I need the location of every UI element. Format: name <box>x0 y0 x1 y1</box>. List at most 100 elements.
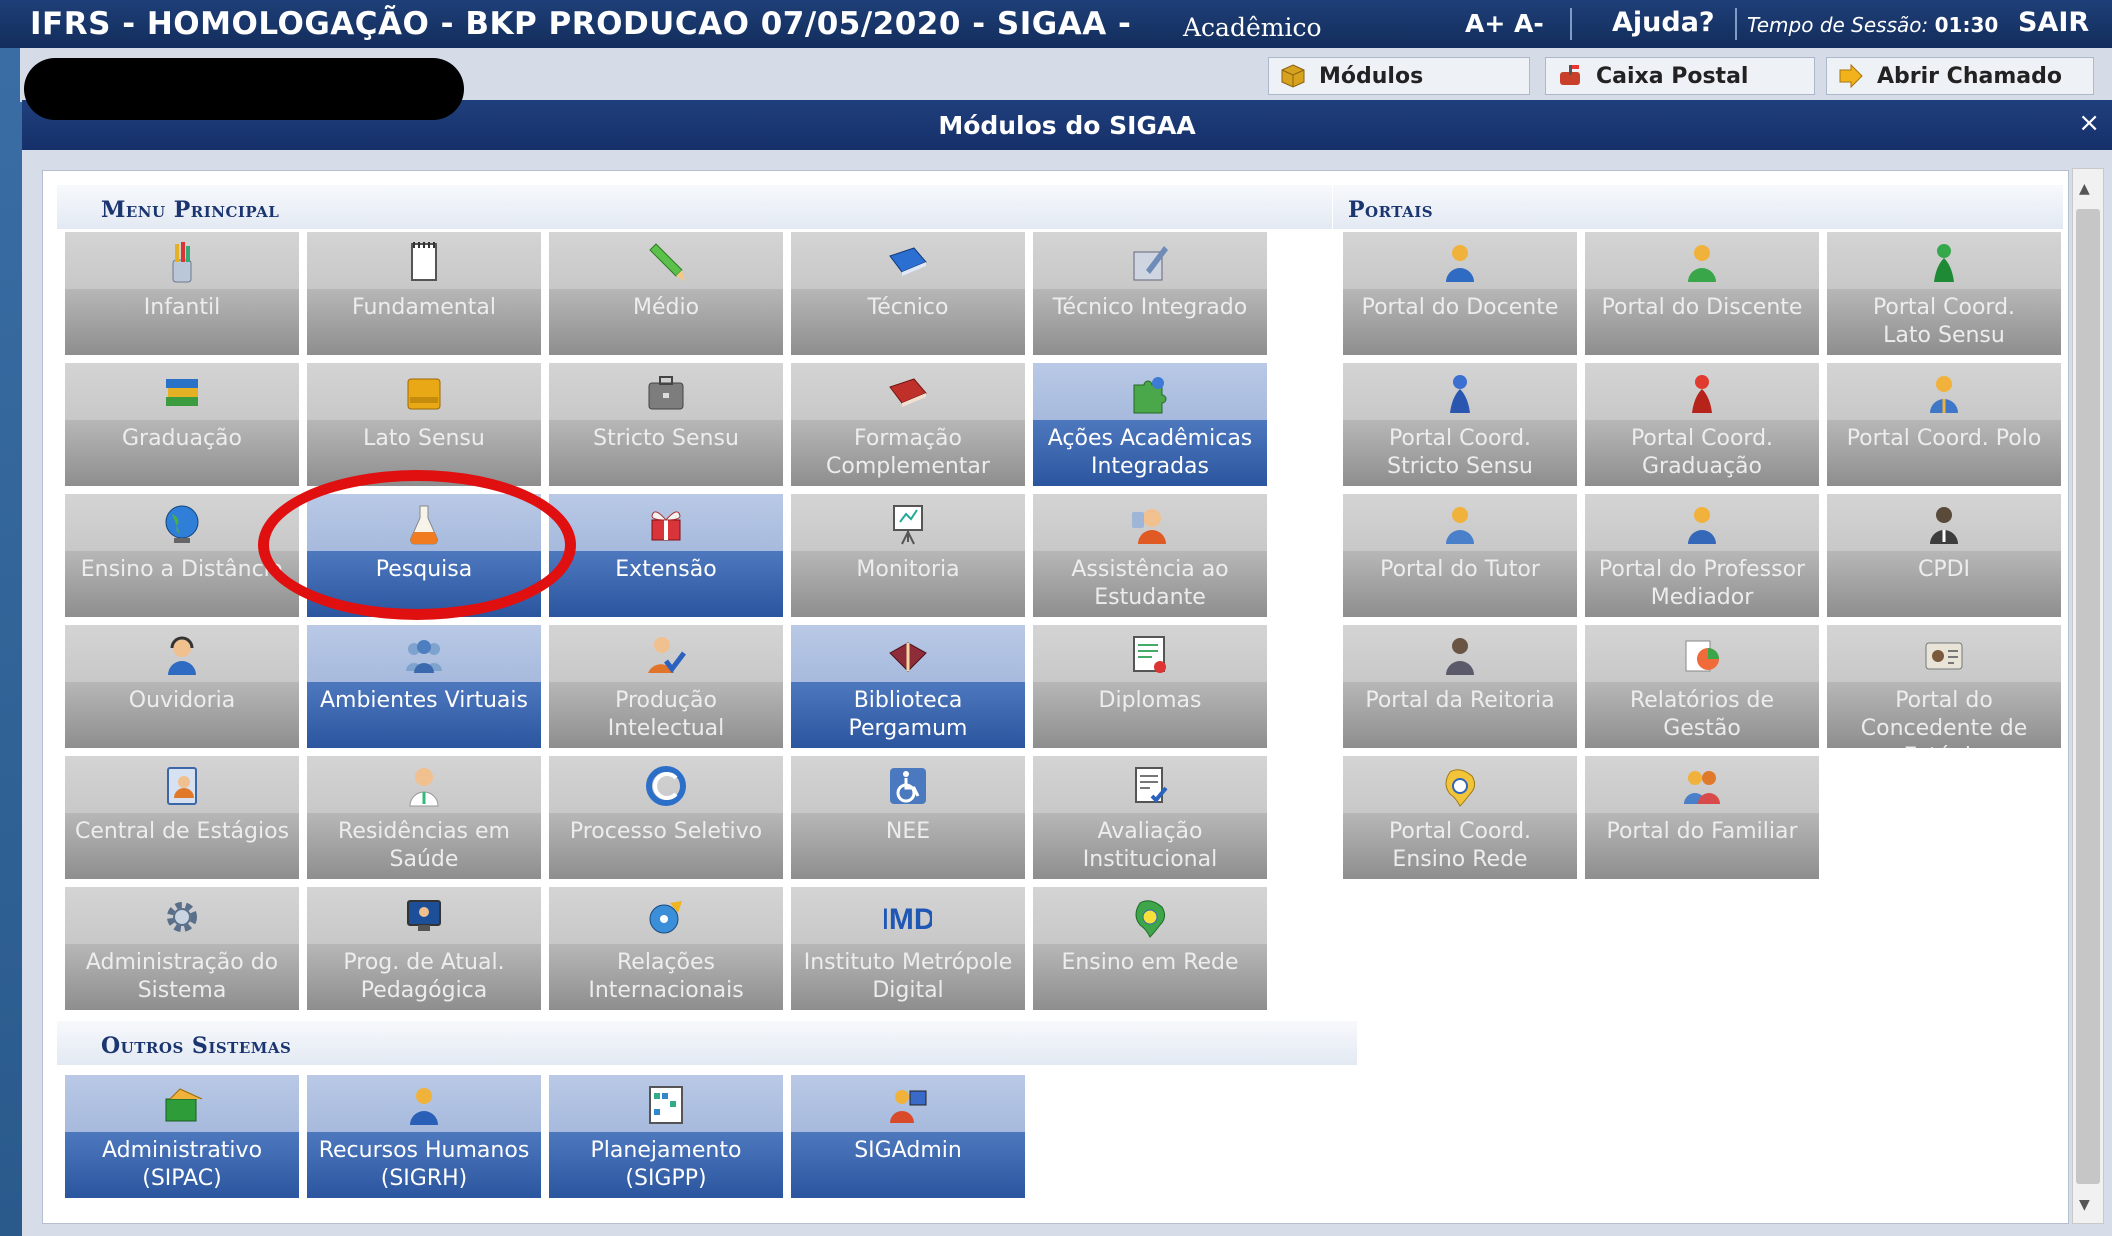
evaluation-form-icon <box>1135 767 1168 803</box>
session-timer: Tempo de Sessão: 01:30 <box>1747 13 1998 37</box>
module-tile-22[interactable]: Processo Seletivo <box>549 756 783 879</box>
modules-button[interactable]: Módulos <box>1268 57 1530 95</box>
scroll-up-icon[interactable]: ▲ <box>2079 181 2090 197</box>
system-subtitle: Acadêmico <box>1183 13 1322 42</box>
module-tile-5[interactable]: Graduação <box>65 363 299 486</box>
module-tile-1[interactable]: Fundamental <box>307 232 541 355</box>
module-tile-2[interactable]: Médio <box>549 232 783 355</box>
module-tile-21[interactable]: Residências em Saúde <box>307 756 541 879</box>
portal-tile-5[interactable]: Portal Coord. Polo <box>1827 363 2061 486</box>
coordinator-icon <box>1930 376 1958 413</box>
font-size-controls[interactable]: A+ A- <box>1465 9 1544 38</box>
portal-tile-6[interactable]: Portal do Tutor <box>1343 494 1577 617</box>
teacher-icon <box>1446 245 1474 282</box>
tile-label: Ouvidoria <box>128 688 236 713</box>
tile-label: Formação Complementar <box>826 426 990 479</box>
open-ticket-button[interactable]: Abrir Chamado <box>1826 57 2094 95</box>
tile-label: Portal Coord. Graduação <box>1630 426 1774 479</box>
tile-label: Portal do Tutor <box>1380 557 1540 582</box>
system-tile-3[interactable]: SIGAdmin <box>791 1075 1025 1198</box>
module-tile-15[interactable]: Ouvidoria <box>65 625 299 748</box>
system-tile-1[interactable]: Recursos Humanos (SIGRH) <box>307 1075 541 1198</box>
folder-icon <box>407 378 441 410</box>
module-tile-9[interactable]: Ações Acadêmicas Integradas <box>1033 363 1267 486</box>
monitor-icon <box>407 900 441 931</box>
portal-tile-13[interactable]: Portal do Familiar <box>1585 756 1819 879</box>
open-book-icon <box>889 642 927 672</box>
tile-label: Relatórios de Gestão <box>1629 688 1775 741</box>
portal-tile-4[interactable]: Portal Coord. Graduação <box>1585 363 1819 486</box>
reports-icon <box>1685 640 1719 672</box>
module-tile-18[interactable]: Biblioteca Pergamum <box>791 625 1025 748</box>
portal-tile-9[interactable]: Portal da Reitoria <box>1343 625 1577 748</box>
tutor-icon <box>1446 507 1474 544</box>
module-tile-8[interactable]: Formação Complementar <box>791 363 1025 486</box>
module-tile-3[interactable]: Técnico <box>791 232 1025 355</box>
planning-chart-icon <box>649 1086 683 1124</box>
gear-icon <box>167 902 197 932</box>
module-tile-24[interactable]: Avaliação Institucional <box>1033 756 1267 879</box>
logout-button[interactable]: SAIR <box>2018 7 2089 38</box>
module-tile-12[interactable]: Extensão <box>549 494 783 617</box>
module-tile-29[interactable]: Ensino em Rede <box>1033 887 1267 1010</box>
tile-label: Avaliação Institucional <box>1082 819 1218 872</box>
tile-label: Fundamental <box>352 295 496 320</box>
tile-label: Instituto Metrópole Digital <box>803 950 1013 1003</box>
portal-tile-12[interactable]: Portal Coord. Ensino Rede <box>1343 756 1577 879</box>
portal-tile-2[interactable]: Portal Coord. Lato Sensu <box>1827 232 2061 355</box>
module-tile-19[interactable]: Diplomas <box>1033 625 1267 748</box>
vertical-scrollbar[interactable]: ▲ ▼ <box>2072 168 2104 1224</box>
tile-label: Residências em Saúde <box>338 819 510 872</box>
module-tile-4[interactable]: Técnico Integrado <box>1033 232 1267 355</box>
portal-tile-11[interactable]: Portal doConcedente deEstágio <box>1827 625 2061 748</box>
family-icon <box>1684 771 1720 804</box>
scrollbar-thumb[interactable] <box>2076 209 2100 1184</box>
module-tile-28[interactable]: IMD Instituto MetrópoleDigital <box>791 887 1025 1010</box>
module-tile-7[interactable]: Stricto Sensu <box>549 363 783 486</box>
tile-label: Portal da Reitoria <box>1365 688 1555 713</box>
network-brazil-icon <box>1135 900 1166 938</box>
module-tile-27[interactable]: Relações Internacionais <box>549 887 783 1010</box>
module-tile-13[interactable]: Monitoria <box>791 494 1025 617</box>
tile-label: Portal do Professor Mediador <box>1598 557 1806 610</box>
help-link[interactable]: Ajuda? <box>1612 7 1715 38</box>
tile-label: Graduação <box>121 426 242 451</box>
tile-label: Portal Coord. Ensino Rede <box>1388 819 1532 872</box>
module-tile-25[interactable]: Administração do Sistema <box>65 887 299 1010</box>
scroll-down-icon[interactable]: ▼ <box>2079 1197 2090 1213</box>
hr-person-icon <box>410 1088 438 1125</box>
module-tile-23[interactable]: NEE <box>791 756 1025 879</box>
red-pawn-icon <box>1692 375 1712 413</box>
modules-dialog: Módulos do SIGAA × Menu Principal Portai… <box>22 100 2112 1236</box>
portal-tile-10[interactable]: Relatórios de Gestão <box>1585 625 1819 748</box>
module-tile-17[interactable]: Produção Intelectual <box>549 625 783 748</box>
portal-tile-0[interactable]: Portal do Docente <box>1343 232 1577 355</box>
module-tile-0[interactable]: Infantil <box>65 232 299 355</box>
tile-label: Administrativo (SIPAC) <box>101 1138 263 1191</box>
module-tile-14[interactable]: Assistência ao Estudante <box>1033 494 1267 617</box>
module-tile-6[interactable]: Lato Sensu <box>307 363 541 486</box>
system-tile-0[interactable]: Administrativo (SIPAC) <box>65 1075 299 1198</box>
session-label: Tempo de Sessão: <box>1747 13 1929 37</box>
edit-document-icon <box>1133 246 1168 281</box>
network-icon <box>1445 769 1476 807</box>
mailbox-button[interactable]: Caixa Postal <box>1545 57 1815 95</box>
mailbox-label: Caixa Postal <box>1596 63 1749 89</box>
module-tile-20[interactable]: Central de Estágios <box>65 756 299 879</box>
portal-tile-3[interactable]: Portal Coord. Stricto Sensu <box>1343 363 1577 486</box>
tile-label: Ambientes Virtuais <box>319 688 528 713</box>
portal-tile-8[interactable]: CPDI <box>1827 494 2061 617</box>
portal-tile-1[interactable]: Portal do Discente <box>1585 232 1819 355</box>
tile-label: Portal do Docente <box>1361 295 1559 320</box>
tile-label: Ações Acadêmicas Integradas <box>1047 426 1253 479</box>
module-tile-16[interactable]: Ambientes Virtuais <box>307 625 541 748</box>
system-header-bar: IFRS - HOMOLOGAÇÃO - BKP PRODUCAO 07/05/… <box>0 0 2112 48</box>
portal-tile-7[interactable]: Portal do Professor Mediador <box>1585 494 1819 617</box>
system-tile-2[interactable]: Planejamento (SIGPP) <box>549 1075 783 1198</box>
module-tile-26[interactable]: Prog. de Atual. Pedagógica <box>307 887 541 1010</box>
section-title: Portais <box>1348 197 1434 223</box>
redacted-user-name <box>24 58 464 120</box>
close-icon[interactable]: × <box>2078 108 2100 138</box>
tile-label: Portal Coord. Lato Sensu <box>1872 295 2016 348</box>
tile-label: Portal Coord. Stricto Sensu <box>1387 426 1533 479</box>
